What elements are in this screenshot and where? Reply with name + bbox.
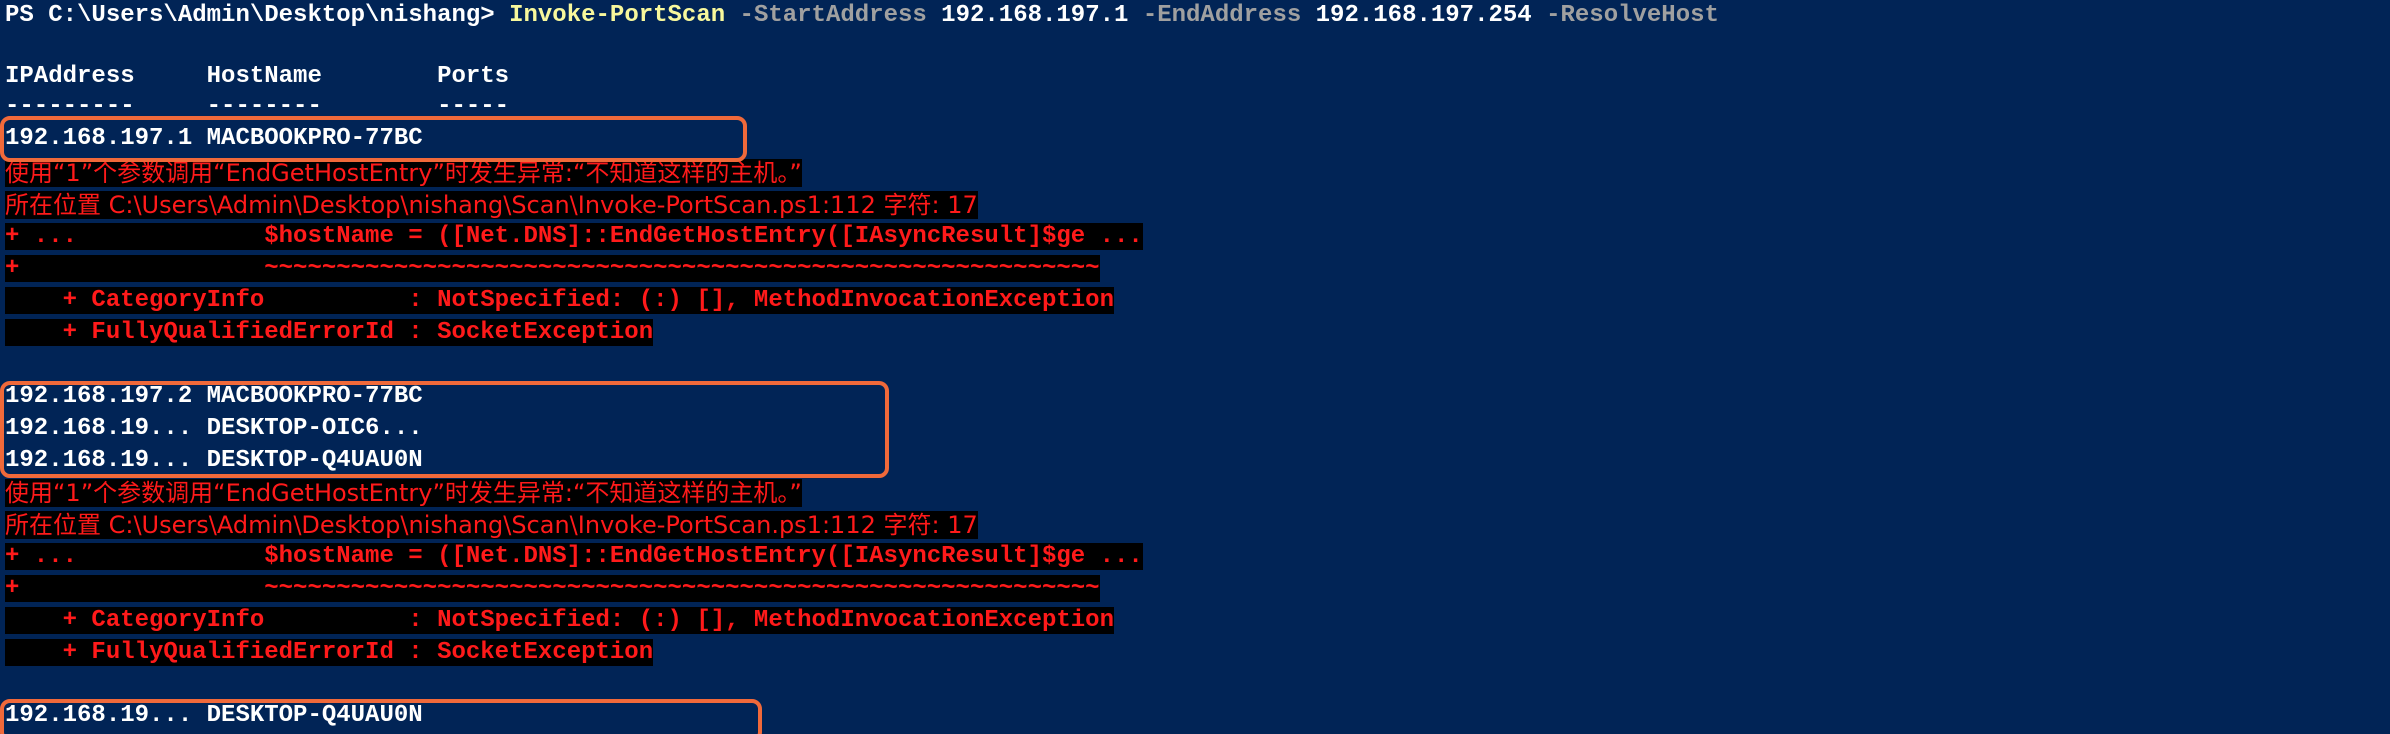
error-category-text: + CategoryInfo : NotSpecified: (:) [], M… — [5, 287, 1114, 314]
powershell-console[interactable]: PS C:\Users\Admin\Desktop\nishang> Invok… — [0, 0, 2390, 734]
error-category-line: + CategoryInfo : NotSpecified: (:) [], M… — [5, 285, 1114, 317]
end-address-value: 192.168.197.254 — [1301, 2, 1532, 29]
error-pointer-line: + ~~~~~~~~~~~~~~~~~~~~~~~~~~~~~~~~~~~~~~… — [5, 573, 1100, 605]
param-start-address: -StartAddress — [725, 2, 927, 29]
highlight-box-1 — [0, 116, 747, 162]
error-id-line: + FullyQualifiedErrorId : SocketExceptio… — [5, 637, 654, 669]
error-exception-text: 使用“1”个参数调用“EndGetHostEntry”时发生异常:“不知道这样的… — [5, 159, 802, 187]
error-location-text: 所在位置 C:\Users\Admin\Desktop\nishang\Scan… — [5, 511, 978, 539]
error-exception-text: 使用“1”个参数调用“EndGetHostEntry”时发生异常:“不知道这样的… — [5, 479, 802, 507]
start-address-value: 192.168.197.1 — [926, 2, 1129, 29]
param-end-address: -EndAddress — [1128, 2, 1302, 29]
error-id-text: + FullyQualifiedErrorId : SocketExceptio… — [5, 319, 654, 346]
error-category-line: + CategoryInfo : NotSpecified: (:) [], M… — [5, 605, 1114, 637]
error-pointer-line: + ~~~~~~~~~~~~~~~~~~~~~~~~~~~~~~~~~~~~~~… — [5, 253, 1100, 285]
error-location-line: 所在位置 C:\Users\Admin\Desktop\nishang\Scan… — [5, 189, 978, 221]
error-location-text: 所在位置 C:\Users\Admin\Desktop\nishang\Scan… — [5, 191, 978, 219]
error-code-line: + ... $hostName = ([Net.DNS]::EndGetHost… — [5, 221, 1143, 253]
error-code-line: + ... $hostName = ([Net.DNS]::EndGetHost… — [5, 541, 1143, 573]
error-location-line: 所在位置 C:\Users\Admin\Desktop\nishang\Scan… — [5, 509, 978, 541]
error-id-line: + FullyQualifiedErrorId : SocketExceptio… — [5, 317, 654, 349]
command-name: Invoke-PortScan — [509, 2, 726, 29]
error-message-line: 使用“1”个参数调用“EndGetHostEntry”时发生异常:“不知道这样的… — [5, 477, 802, 509]
highlight-box-3 — [0, 699, 762, 734]
highlight-box-2 — [0, 381, 889, 478]
prompt-path: PS C:\Users\Admin\Desktop\nishang> — [5, 2, 510, 29]
param-resolve-host: -ResolveHost — [1531, 2, 1719, 29]
error-code-text: + ... $hostName = ([Net.DNS]::EndGetHost… — [5, 223, 1143, 250]
error-pointer-text: + ~~~~~~~~~~~~~~~~~~~~~~~~~~~~~~~~~~~~~~… — [5, 575, 1100, 602]
prompt-line: PS C:\Users\Admin\Desktop\nishang> Invok… — [5, 0, 1719, 32]
error-id-text: + FullyQualifiedErrorId : SocketExceptio… — [5, 639, 654, 666]
error-pointer-text: + ~~~~~~~~~~~~~~~~~~~~~~~~~~~~~~~~~~~~~~… — [5, 255, 1100, 282]
error-category-text: + CategoryInfo : NotSpecified: (:) [], M… — [5, 607, 1114, 634]
error-code-text: + ... $hostName = ([Net.DNS]::EndGetHost… — [5, 543, 1143, 570]
table-header: IPAddress HostName Ports — [5, 63, 510, 90]
